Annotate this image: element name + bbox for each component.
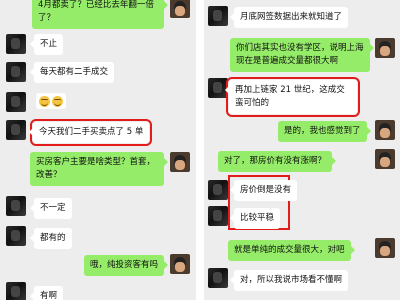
contact-avatar[interactable] [6, 282, 26, 300]
contact-avatar[interactable] [6, 62, 26, 82]
contact-avatar[interactable] [208, 6, 228, 26]
message-text: 对了，那房价有没有涨啊？ [224, 156, 327, 166]
message-text: 买房客户主要是啥类型？首套，改善？ [36, 157, 156, 180]
laughing-emoji-icon [39, 95, 50, 107]
contact-avatar[interactable] [6, 226, 26, 246]
my-avatar[interactable] [375, 120, 395, 140]
contact-avatar[interactable] [208, 268, 228, 288]
sent-message[interactable]: 4月都卖了？已经比去年翻一倍了？ [32, 0, 168, 29]
my-avatar[interactable] [375, 38, 395, 58]
panel-divider [196, 0, 204, 300]
sent-message[interactable]: 你们店其实也没有学区，说明上海现在是普遍成交量都很大啊 [230, 38, 374, 72]
laughing-emoji-icon [52, 95, 63, 107]
my-avatar[interactable] [375, 238, 395, 258]
sent-message[interactable]: 就是单纯的成交量很大，对吧 [228, 240, 355, 261]
received-message[interactable]: 房价倒是没有 [229, 180, 298, 201]
message-text: 比较平稳 [240, 213, 275, 223]
received-message[interactable]: 月底网签数据出来就知道了 [229, 7, 349, 28]
received-message[interactable]: 有啊 [29, 286, 64, 300]
message-text: 就是单纯的成交量很大，对吧 [234, 245, 345, 255]
received-message-highlighted[interactable]: 今天我们二手买卖点了 5 单 [28, 119, 153, 146]
contact-avatar[interactable] [6, 92, 26, 112]
my-avatar[interactable] [170, 152, 190, 172]
received-message[interactable]: 对，所以我说市场看不懂啊 [229, 270, 349, 291]
received-message[interactable]: 都有的 [30, 228, 72, 249]
message-text: 对，所以我说市场看不懂啊 [240, 275, 343, 285]
received-message[interactable]: 不一定 [30, 198, 72, 219]
contact-avatar[interactable] [6, 196, 26, 216]
message-text: 月底网签数据出来就知道了 [240, 12, 343, 22]
contact-avatar[interactable] [208, 206, 228, 226]
message-text: 再加上链家 21 世纪，这成交蛮可怕的 [235, 85, 345, 108]
message-text: 有啊 [40, 291, 58, 300]
message-text: 每天都有二手成交 [40, 67, 109, 77]
my-avatar[interactable] [170, 254, 190, 274]
sent-message[interactable]: 是的，我也感觉到了 [278, 121, 371, 142]
received-message[interactable]: 不止 [29, 34, 64, 55]
contact-avatar[interactable] [6, 34, 26, 54]
message-text: 都有的 [40, 233, 66, 243]
my-avatar[interactable] [375, 149, 395, 169]
message-text: 今天我们二手买卖点了 5 单 [39, 127, 144, 137]
right-chat-panel: 月底网签数据出来就知道了 你们店其实也没有学区，说明上海现在是普遍成交量都很大啊… [204, 0, 400, 300]
received-message-highlighted[interactable]: 再加上链家 21 世纪，这成交蛮可怕的 [225, 77, 360, 117]
message-text: 房价倒是没有 [240, 185, 292, 195]
sent-message[interactable]: 哦，纯投资客有吗 [84, 255, 169, 276]
screenshot-collage: 4月都卖了？已经比去年翻一倍了？ 不止 每天都有二手成交 今天我们二手买卖点了 … [0, 0, 400, 300]
contact-avatar[interactable] [208, 180, 228, 200]
message-text: 4月都卖了？已经比去年翻一倍了？ [38, 0, 154, 23]
message-text: 是的，我也感觉到了 [284, 126, 361, 136]
message-text: 你们店其实也没有学区，说明上海现在是普遍成交量都很大啊 [236, 43, 364, 66]
left-chat-panel: 4月都卖了？已经比去年翻一倍了？ 不止 每天都有二手成交 今天我们二手买卖点了 … [0, 0, 196, 300]
sent-message[interactable]: 买房客户主要是啥类型？首套，改善？ [30, 152, 168, 186]
my-avatar[interactable] [170, 0, 190, 18]
received-message[interactable]: 比较平稳 [229, 208, 281, 229]
contact-avatar[interactable] [6, 120, 26, 140]
message-text: 不止 [40, 39, 58, 49]
message-text: 哦，纯投资客有吗 [90, 260, 159, 270]
sent-message[interactable]: 对了，那房价有没有涨啊？ [218, 151, 337, 172]
received-message[interactable]: 每天都有二手成交 [29, 62, 115, 83]
laughing-emoji-message[interactable] [36, 93, 66, 109]
message-text: 不一定 [40, 203, 66, 213]
